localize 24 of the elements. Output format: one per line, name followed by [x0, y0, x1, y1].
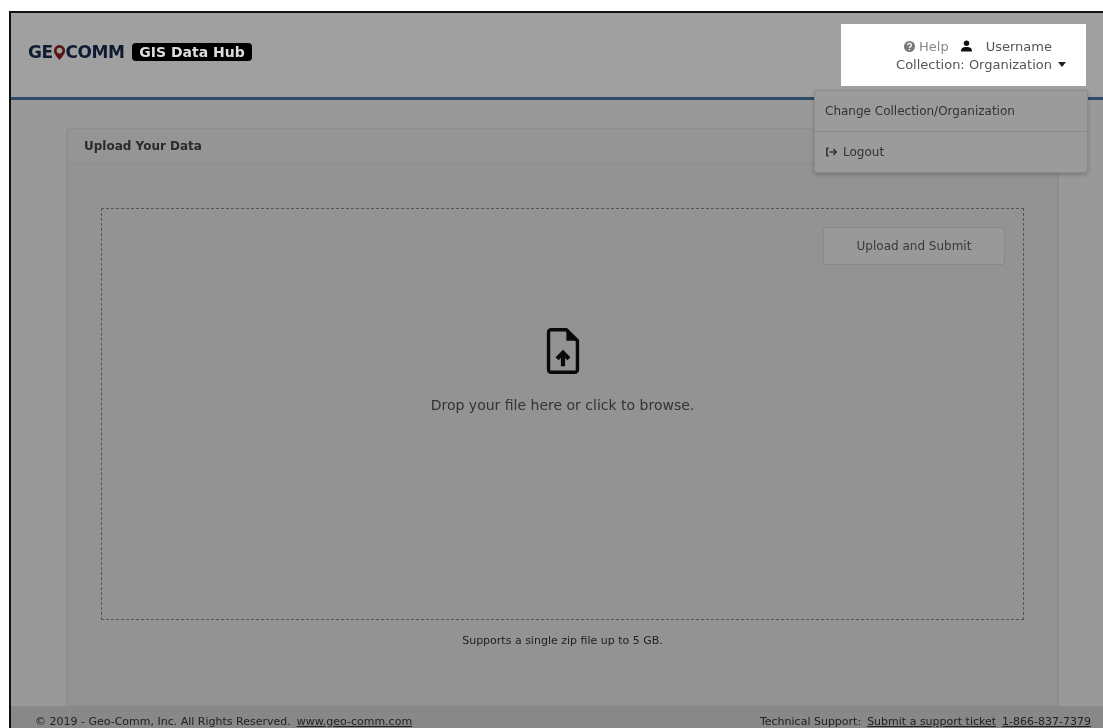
size-note: Supports a single zip file up to 5 GB. — [462, 634, 663, 648]
help-link[interactable]: Help — [904, 38, 949, 54]
support-label: Technical Support: — [759, 715, 862, 728]
drop-instruction: Drop your file here or click to browse. — [430, 397, 695, 414]
menu-item[interactable]: Change Collection/Organization — [815, 91, 1087, 132]
user-icon — [960, 40, 972, 52]
collection-dropdown[interactable]: Collection: Organization — [896, 56, 1066, 72]
caret-icon — [1058, 61, 1066, 67]
drop-zone[interactable]: Upload and Submit Drop your file here or click to browse. — [101, 208, 1024, 621]
sign-out-icon — [825, 147, 838, 157]
brand-text: COMM — [65, 42, 125, 63]
file-upload-icon — [545, 327, 580, 376]
menu-item[interactable]: Logout — [815, 132, 1087, 172]
upload-submit-button[interactable]: Upload and Submit — [823, 227, 1005, 266]
copyright-text: © 2019 - Geo-Comm, Inc. All Rights Reserved. — [35, 715, 291, 728]
product-badge: GIS Data Hub — [132, 43, 252, 62]
help-icon — [904, 40, 916, 52]
brand-text: GE — [28, 42, 53, 63]
username-text: Username — [985, 38, 1052, 54]
phone-link[interactable]: 1-866-837-7379 — [1002, 715, 1091, 728]
card-title: Upload Your Data — [84, 139, 202, 154]
map-pin-icon — [52, 43, 66, 61]
support-ticket-link[interactable]: Submit a support ticket — [867, 715, 997, 728]
website-link[interactable]: www.geo-comm.com — [296, 715, 413, 728]
